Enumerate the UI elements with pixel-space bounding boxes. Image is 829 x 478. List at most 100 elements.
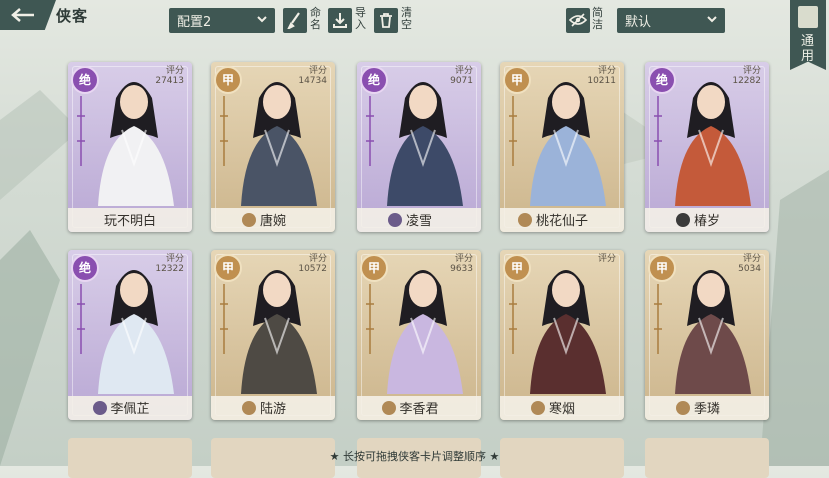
card-name: 李香君 (399, 402, 439, 417)
card-name: 季璘 (693, 402, 720, 417)
hero-card[interactable]: 评分 甲寒烟 (500, 250, 624, 420)
score-value: 9633 (450, 264, 473, 274)
score-label: 评分 (742, 66, 761, 76)
hero-card[interactable]: 评分 27413 绝玩不明白 (68, 62, 192, 232)
brush-icon (287, 12, 300, 29)
score-label: 评分 (597, 254, 616, 264)
import-label: 导入 (355, 6, 366, 31)
hero-card[interactable]: 评分 14734 甲唐婉 (211, 62, 335, 232)
score-value: 12282 (732, 76, 761, 86)
sect-icon (242, 213, 256, 227)
sect-icon (531, 401, 545, 415)
sort-select[interactable]: 默认 (617, 8, 725, 33)
score-label: 评分 (165, 254, 184, 264)
rarity-badge: 绝 (71, 66, 99, 94)
hero-card[interactable]: 评分 12282 绝椿岁 (645, 62, 769, 232)
score-value: 9071 (450, 76, 473, 86)
card-score: 评分 10572 (298, 254, 327, 274)
sword-deco-icon (77, 96, 85, 166)
hero-card[interactable]: 评分 10572 甲陆游 (211, 250, 335, 420)
top-bar: 侠客 配置2 命名 导入 清空 简洁 默认 (0, 0, 829, 33)
hero-card[interactable]: 评分 10211 甲桃花仙子 (500, 62, 624, 232)
score-value: 14734 (298, 76, 327, 86)
page-title: 侠客 (56, 7, 89, 25)
hero-card[interactable]: 评分 5034 甲季璘 (645, 250, 769, 420)
sword-deco-icon (654, 284, 662, 354)
arrow-left-icon (11, 8, 34, 22)
score-label: 评分 (454, 254, 473, 264)
score-label: 评分 (308, 66, 327, 76)
card-name: 唐婉 (259, 214, 286, 229)
chevron-down-icon (257, 16, 267, 23)
swirl-icon (676, 213, 690, 227)
rarity-badge: 甲 (214, 254, 242, 282)
sword-deco-icon (77, 284, 85, 354)
sword-deco-icon (220, 284, 228, 354)
score-value: 27413 (155, 76, 184, 86)
preset-select[interactable]: 配置2 (169, 8, 275, 33)
sword-deco-icon (366, 96, 374, 166)
card-name: 寒烟 (548, 402, 575, 417)
drag-hint-text: ★ 长按可拖拽侠客卡片调整顺序 ★ (329, 450, 500, 463)
card-name: 椿岁 (693, 214, 720, 229)
rarity-badge: 绝 (648, 66, 676, 94)
card-score: 评分 5034 (738, 254, 761, 274)
score-label: 评分 (165, 66, 184, 76)
sword-deco-icon (220, 96, 228, 166)
card-score: 评分 12322 (155, 254, 184, 274)
simple-label: 简洁 (592, 6, 603, 31)
general-tab-button[interactable]: 通用 (790, 0, 826, 70)
score-value: 12322 (155, 264, 184, 274)
hero-card[interactable]: 评分 9633 甲李香君 (357, 250, 481, 420)
rarity-badge: 甲 (214, 66, 242, 94)
sect-icon (518, 213, 532, 227)
rarity-badge: 甲 (503, 254, 531, 282)
card-name: 玩不明白 (103, 214, 156, 229)
general-label: 通用 (801, 34, 815, 64)
eye-hidden-icon (569, 13, 587, 27)
card-name: 凌雪 (405, 214, 432, 229)
hero-card[interactable]: 评分 12322 绝李佩芷 (68, 250, 192, 420)
score-label: 评分 (454, 66, 473, 76)
rarity-badge: 绝 (71, 254, 99, 282)
rename-label: 命名 (310, 6, 321, 31)
rarity-badge: 甲 (503, 66, 531, 94)
score-label: 评分 (597, 66, 616, 76)
score-label: 评分 (308, 254, 327, 264)
sword-deco-icon (509, 96, 517, 166)
preset-select-value: 配置2 (177, 15, 212, 30)
score-value: 10572 (298, 264, 327, 274)
sect-icon (676, 401, 690, 415)
card-score: 评分 12282 (732, 66, 761, 86)
back-button[interactable] (0, 0, 56, 30)
rarity-badge: 绝 (360, 66, 388, 94)
sect-icon (242, 401, 256, 415)
sect-icon (381, 401, 396, 415)
sword-deco-icon (509, 284, 517, 354)
card-score: 评分 27413 (155, 66, 184, 86)
simple-toggle-button[interactable] (566, 8, 590, 33)
blade-icon (92, 401, 107, 415)
card-name: 李佩芷 (110, 402, 150, 417)
sword-deco-icon (654, 96, 662, 166)
rarity-badge: 甲 (360, 254, 388, 282)
book-icon (798, 6, 818, 28)
download-icon (333, 13, 347, 28)
chevron-down-icon (707, 16, 717, 23)
card-score: 评分 10211 (587, 66, 616, 86)
sword-deco-icon (366, 284, 374, 354)
card-score: 评分 (598, 254, 616, 264)
card-score: 评分 9071 (450, 66, 473, 86)
rarity-badge: 甲 (648, 254, 676, 282)
blade-icon (388, 213, 402, 227)
hero-card[interactable]: 评分 9071 绝凌雪 (357, 62, 481, 232)
score-label: 评分 (742, 254, 761, 264)
score-value: 10211 (587, 76, 616, 86)
clear-label: 清空 (401, 6, 412, 31)
card-score: 评分 9633 (450, 254, 473, 274)
sort-select-value: 默认 (625, 15, 652, 30)
trash-icon (380, 13, 392, 28)
card-score: 评分 14734 (298, 66, 327, 86)
score-value: 5034 (738, 264, 761, 274)
card-name: 陆游 (259, 402, 286, 417)
